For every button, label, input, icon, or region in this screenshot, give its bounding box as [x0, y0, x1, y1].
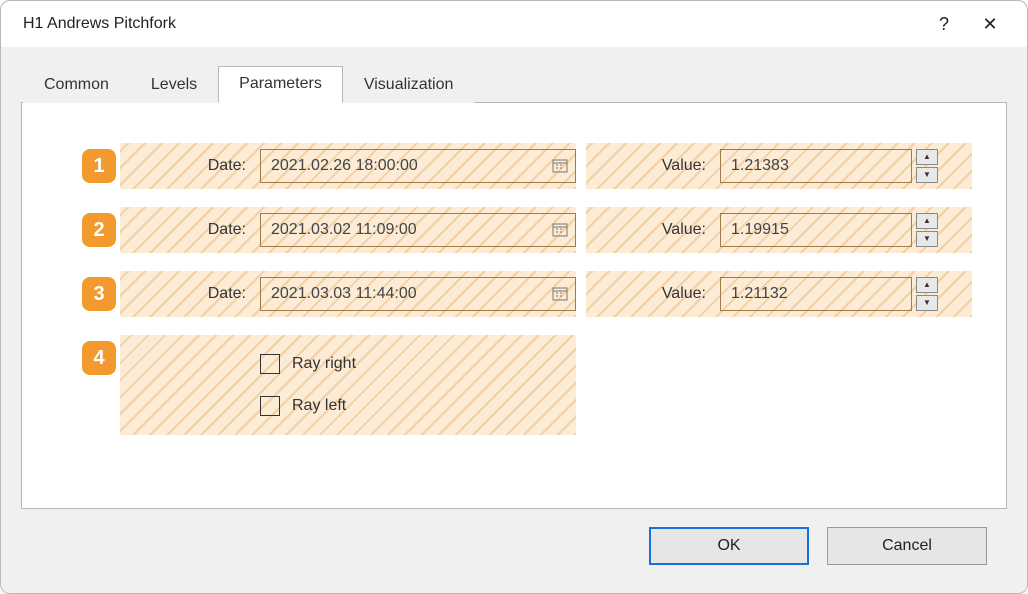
- value-text: 1.19915: [731, 221, 789, 239]
- titlebar: H1 Andrews Pitchfork ? ✕: [1, 1, 1027, 47]
- value-input-wrap: 1.21383 ▲ ▼: [720, 149, 938, 183]
- tab-strip: Common Levels Parameters Visualization: [21, 65, 1007, 102]
- tab-visualization[interactable]: Visualization: [343, 67, 475, 103]
- ray-left-row: Ray left: [120, 385, 576, 427]
- spin-up-button[interactable]: ▲: [916, 277, 938, 293]
- dialog-window: H1 Andrews Pitchfork ? ✕ Common Levels P…: [0, 0, 1028, 594]
- date-area: Date: 2021.03.03 11:44:00: [120, 271, 576, 317]
- ray-left-checkbox[interactable]: [260, 396, 280, 416]
- calendar-icon[interactable]: [551, 157, 569, 175]
- value-spinner: ▲ ▼: [916, 149, 938, 183]
- date-value: 2021.02.26 18:00:00: [271, 157, 551, 175]
- close-icon: ✕: [982, 14, 997, 35]
- value-input-wrap: 1.21132 ▲ ▼: [720, 277, 938, 311]
- value-input-3[interactable]: 1.21132: [720, 277, 912, 311]
- value-spinner: ▲ ▼: [916, 277, 938, 311]
- calendar-icon[interactable]: [551, 221, 569, 239]
- help-button[interactable]: ?: [921, 1, 967, 47]
- date-value: 2021.03.02 11:09:00: [271, 221, 551, 239]
- value-label: Value:: [586, 157, 720, 175]
- calendar-icon[interactable]: [551, 285, 569, 303]
- param-row-4: 4 Ray right Ray left: [82, 335, 972, 435]
- value-text: 1.21132: [731, 285, 788, 303]
- tabs-container: Common Levels Parameters Visualization 1…: [21, 65, 1007, 509]
- dialog-footer: OK Cancel: [21, 509, 1007, 583]
- date-label: Date:: [120, 221, 260, 239]
- date-input-2[interactable]: 2021.03.02 11:09:00: [260, 213, 576, 247]
- row-number-badge: 3: [82, 277, 116, 311]
- ray-right-label: Ray right: [292, 355, 356, 373]
- date-value: 2021.03.03 11:44:00: [271, 285, 551, 303]
- tab-levels[interactable]: Levels: [130, 67, 218, 103]
- tab-panel-parameters: 1 Date: 2021.02.26 18:00:00 Value:: [21, 102, 1007, 509]
- value-area: Value: 1.21383 ▲ ▼: [586, 143, 972, 189]
- value-area: Value: 1.21132 ▲ ▼: [586, 271, 972, 317]
- value-area: Value: 1.19915 ▲ ▼: [586, 207, 972, 253]
- ray-options-area: Ray right Ray left: [120, 335, 576, 435]
- date-label: Date:: [120, 157, 260, 175]
- value-input-wrap: 1.19915 ▲ ▼: [720, 213, 938, 247]
- close-button[interactable]: ✕: [967, 1, 1013, 47]
- value-input-1[interactable]: 1.21383: [720, 149, 912, 183]
- date-area: Date: 2021.02.26 18:00:00: [120, 143, 576, 189]
- row-number-badge: 1: [82, 149, 116, 183]
- value-label: Value:: [586, 221, 720, 239]
- row-number-badge: 2: [82, 213, 116, 247]
- param-row-3: 3 Date: 2021.03.03 11:44:00 Value:: [82, 271, 972, 317]
- content-area: Common Levels Parameters Visualization 1…: [1, 47, 1027, 593]
- ray-left-label: Ray left: [292, 397, 346, 415]
- value-text: 1.21383: [731, 157, 789, 175]
- date-input-1[interactable]: 2021.02.26 18:00:00: [260, 149, 576, 183]
- row-number-badge: 4: [82, 341, 116, 375]
- date-input-3[interactable]: 2021.03.03 11:44:00: [260, 277, 576, 311]
- cancel-button[interactable]: Cancel: [827, 527, 987, 565]
- spin-down-button[interactable]: ▼: [916, 167, 938, 183]
- value-label: Value:: [586, 285, 720, 303]
- tab-common[interactable]: Common: [23, 67, 130, 103]
- spin-down-button[interactable]: ▼: [916, 231, 938, 247]
- spin-up-button[interactable]: ▲: [916, 213, 938, 229]
- ray-right-checkbox[interactable]: [260, 354, 280, 374]
- tab-parameters[interactable]: Parameters: [218, 66, 343, 103]
- help-icon: ?: [939, 14, 949, 35]
- ray-right-row: Ray right: [120, 343, 576, 385]
- param-row-2: 2 Date: 2021.03.02 11:09:00 Value:: [82, 207, 972, 253]
- date-label: Date:: [120, 285, 260, 303]
- param-row-1: 1 Date: 2021.02.26 18:00:00 Value:: [82, 143, 972, 189]
- spin-down-button[interactable]: ▼: [916, 295, 938, 311]
- window-title: H1 Andrews Pitchfork: [23, 15, 921, 33]
- value-input-2[interactable]: 1.19915: [720, 213, 912, 247]
- date-area: Date: 2021.03.02 11:09:00: [120, 207, 576, 253]
- spin-up-button[interactable]: ▲: [916, 149, 938, 165]
- ok-button[interactable]: OK: [649, 527, 809, 565]
- value-spinner: ▲ ▼: [916, 213, 938, 247]
